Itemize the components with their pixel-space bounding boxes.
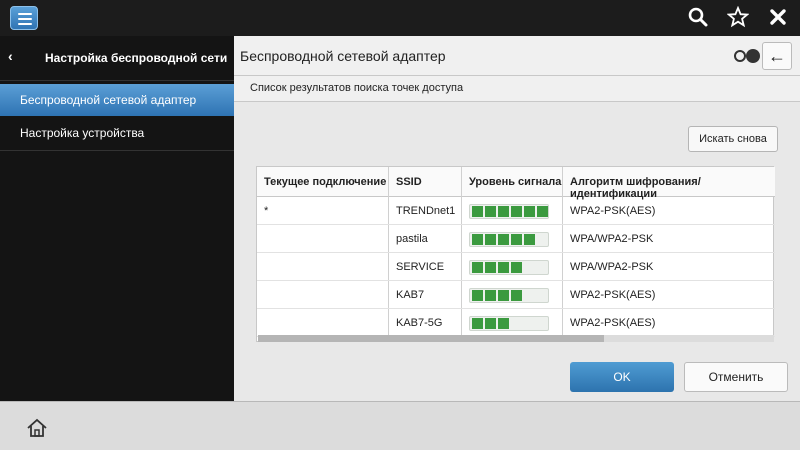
ssid-cell: KAB7-5G <box>396 317 443 329</box>
divider <box>0 150 234 151</box>
header-current-connection: Текущее подключение <box>264 176 387 188</box>
signal-bar <box>472 318 483 329</box>
signal-bar <box>498 234 509 245</box>
access-point-table: Текущее подключение SSID Уровень сигнала… <box>256 166 775 342</box>
horizontal-scrollbar[interactable] <box>258 335 774 342</box>
table-row[interactable]: KAB7 WPA2-PSK(AES) <box>257 281 775 309</box>
home-icon[interactable] <box>26 418 47 437</box>
table-header: Текущее подключение SSID Уровень сигнала… <box>257 167 775 200</box>
signal-bar <box>537 206 548 217</box>
encryption-cell: WPA/WPA2-PSK <box>570 233 654 245</box>
search-again-button[interactable]: Искать снова <box>688 126 778 152</box>
signal-strength-meter <box>469 260 549 275</box>
sidebar-title: Настройка беспроводной сети <box>45 51 228 65</box>
encryption-cell: WPA/WPA2-PSK <box>570 261 654 273</box>
ok-button[interactable]: OK <box>570 362 674 392</box>
cancel-button[interactable]: Отменить <box>684 362 788 392</box>
signal-bar <box>511 234 522 245</box>
top-bar <box>0 0 800 36</box>
signal-bar <box>498 290 509 301</box>
signal-strength-meter <box>469 316 549 331</box>
page-title: Беспроводной сетевой адаптер <box>240 48 446 64</box>
star-icon[interactable] <box>726 5 750 30</box>
signal-bar <box>498 206 509 217</box>
sub-header: Список результатов поиска точек доступа <box>234 76 800 102</box>
encryption-cell: WPA2-PSK(AES) <box>570 205 656 217</box>
sidebar: ‹ Настройка беспроводной сети Беспроводн… <box>0 36 234 401</box>
signal-bar <box>524 234 535 245</box>
sidebar-item-wireless-adapter[interactable]: Беспроводной сетевой адаптер <box>0 84 234 116</box>
table-row[interactable]: SERVICE WPA/WPA2-PSK <box>257 253 775 281</box>
table-row[interactable]: KAB7-5G WPA2-PSK(AES) <box>257 309 775 337</box>
section-title: Список результатов поиска точек доступа <box>250 82 464 94</box>
signal-bar <box>485 206 496 217</box>
signal-bar <box>472 262 483 273</box>
toggle-icon[interactable] <box>734 49 760 63</box>
signal-bar <box>511 206 522 217</box>
table-row[interactable]: pastila WPA/WPA2-PSK <box>257 225 775 253</box>
signal-bar <box>472 234 483 245</box>
signal-bar <box>498 318 509 329</box>
header-ssid: SSID <box>396 176 422 188</box>
current-connection-cell: * <box>264 205 269 217</box>
table-row[interactable]: * TRENDnet1 WPA2-PSK(AES) <box>257 197 775 225</box>
menu-icon[interactable] <box>10 6 38 30</box>
signal-strength-meter <box>469 232 549 247</box>
signal-bar <box>511 262 522 273</box>
close-icon[interactable] <box>766 6 790 30</box>
signal-bar <box>485 234 496 245</box>
back-chevron-icon[interactable]: ‹ <box>8 48 13 64</box>
signal-strength-meter <box>469 204 549 219</box>
ssid-cell: KAB7 <box>396 289 425 301</box>
signal-bar <box>511 290 522 301</box>
signal-bar <box>485 262 496 273</box>
signal-bar <box>472 290 483 301</box>
back-arrow-icon[interactable]: ← <box>762 42 792 70</box>
scrollbar-thumb[interactable] <box>258 335 604 342</box>
bottom-bar <box>0 401 800 450</box>
sidebar-header: ‹ Настройка беспроводной сети <box>0 44 234 74</box>
signal-bar <box>472 206 483 217</box>
main-header: Беспроводной сетевой адаптер ← <box>234 36 800 76</box>
divider <box>0 80 234 81</box>
ssid-cell: SERVICE <box>396 261 445 273</box>
signal-bar <box>524 206 535 217</box>
signal-bar <box>485 290 496 301</box>
signal-bar <box>498 262 509 273</box>
sidebar-item-device-settings[interactable]: Настройка устройства <box>0 117 234 149</box>
encryption-cell: WPA2-PSK(AES) <box>570 317 656 329</box>
ssid-cell: TRENDnet1 <box>396 205 456 217</box>
search-icon[interactable] <box>686 6 710 30</box>
encryption-cell: WPA2-PSK(AES) <box>570 289 656 301</box>
header-signal: Уровень сигнала <box>469 176 562 188</box>
main-panel: Беспроводной сетевой адаптер ← Список ре… <box>234 36 800 401</box>
signal-strength-meter <box>469 288 549 303</box>
ssid-cell: pastila <box>396 233 428 245</box>
signal-bar <box>485 318 496 329</box>
